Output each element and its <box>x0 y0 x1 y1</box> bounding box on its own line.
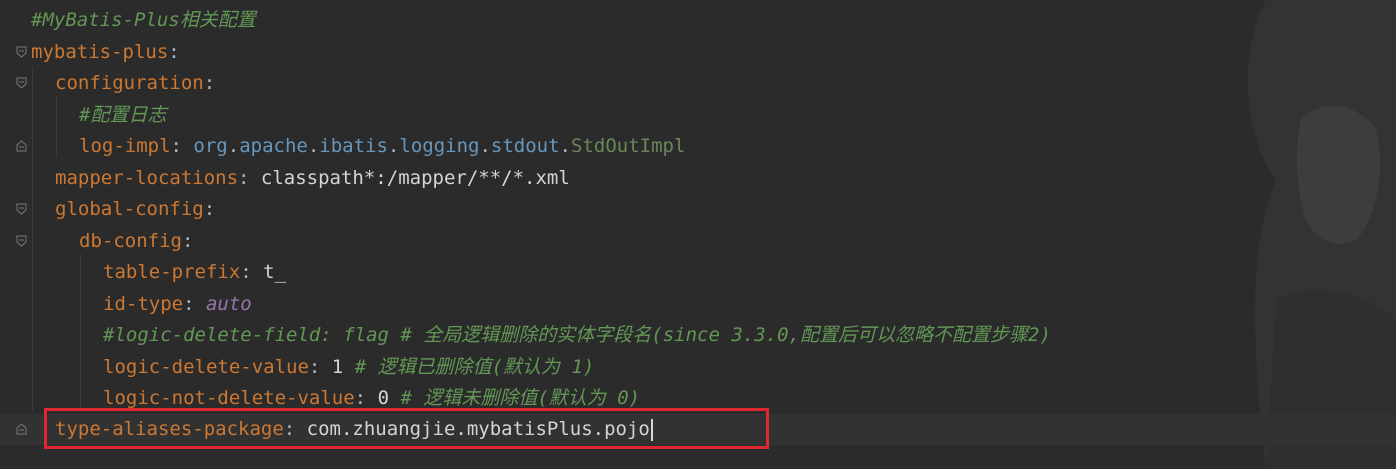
yaml-value: t_ <box>263 261 287 283</box>
package-dot: . <box>307 135 320 157</box>
yaml-colon: : <box>181 230 194 252</box>
yaml-colon: : <box>354 387 378 409</box>
code-line[interactable]: id-type: auto <box>0 289 1396 320</box>
package-dot: . <box>559 135 571 157</box>
package-dot: . <box>227 135 240 157</box>
yaml-colon: : <box>308 356 332 378</box>
yaml-key: table-prefix <box>103 261 241 283</box>
package-segment: ibatis <box>319 135 388 157</box>
yaml-value: classpath*:/mapper/**/*.xml <box>260 167 570 189</box>
code-line[interactable]: configuration: <box>0 68 1396 99</box>
code-line[interactable]: #配置日志 <box>0 100 1396 131</box>
yaml-colon: : <box>203 72 216 94</box>
yaml-key: id-type <box>103 293 184 315</box>
yaml-colon: : <box>170 135 194 157</box>
yaml-key: configuration <box>55 72 204 94</box>
comment-text: #配置日志 <box>79 104 167 126</box>
yaml-value: 1 <box>331 356 344 378</box>
code-line[interactable]: global-config: <box>0 194 1396 225</box>
highlight-annotation-box <box>44 408 769 449</box>
yaml-colon: : <box>240 261 264 283</box>
code-line[interactable]: table-prefix: t_ <box>0 257 1396 288</box>
code-line[interactable]: logic-delete-value: 1 # 逻辑已删除值(默认为 1) <box>0 352 1396 383</box>
yaml-key: mybatis-plus <box>31 41 169 63</box>
fold-collapse-icon[interactable] <box>16 77 27 89</box>
fold-collapse-icon[interactable] <box>16 203 27 215</box>
yaml-key: mapper-locations <box>55 167 239 189</box>
yaml-colon: : <box>168 41 180 63</box>
package-segment: apache <box>239 135 308 157</box>
code-editor[interactable]: #MyBatis-Plus相关配置 mybatis-plus: configur… <box>0 0 1396 469</box>
package-segment: org <box>193 135 228 157</box>
fold-end-icon[interactable] <box>16 140 27 152</box>
package-dot: . <box>387 135 400 157</box>
yaml-key: log-impl <box>79 135 171 157</box>
code-line[interactable]: mybatis-plus: <box>0 37 1396 68</box>
yaml-value: 0 <box>377 387 390 409</box>
comment-text: #MyBatis-Plus相关配置 <box>31 9 256 31</box>
yaml-enum-value: auto <box>205 293 252 315</box>
yaml-colon: : <box>203 198 216 220</box>
code-line[interactable]: #logic-delete-field: flag # 全局逻辑删除的实体字段名… <box>0 320 1396 351</box>
yaml-colon: : <box>183 293 206 315</box>
fold-collapse-icon[interactable] <box>16 235 27 247</box>
fold-end-icon[interactable] <box>16 423 27 435</box>
class-name: StdOutImpl <box>571 135 686 157</box>
fold-collapse-icon[interactable] <box>16 46 27 58</box>
comment-text: #logic-delete-field: flag # 全局逻辑删除的实体字段名… <box>103 324 1051 346</box>
code-line[interactable]: mapper-locations: classpath*:/mapper/**/… <box>0 163 1396 194</box>
inline-comment: # 逻辑已删除值(默认为 1) <box>343 356 595 378</box>
yaml-key: logic-delete-value <box>103 356 309 378</box>
inline-comment: # 逻辑未删除值(默认为 0) <box>389 387 641 409</box>
code-line[interactable]: db-config: <box>0 226 1396 257</box>
yaml-colon: : <box>238 167 261 189</box>
code-line[interactable]: log-impl: org.apache.ibatis.logging.stdo… <box>0 131 1396 162</box>
yaml-key: logic-not-delete-value <box>103 387 355 409</box>
package-segment: logging <box>399 135 480 157</box>
package-dot: . <box>479 135 491 157</box>
package-segment: stdout <box>490 135 560 157</box>
code-line[interactable]: #MyBatis-Plus相关配置 <box>0 5 1396 36</box>
yaml-key: db-config <box>79 230 182 252</box>
yaml-key: global-config <box>55 198 204 220</box>
